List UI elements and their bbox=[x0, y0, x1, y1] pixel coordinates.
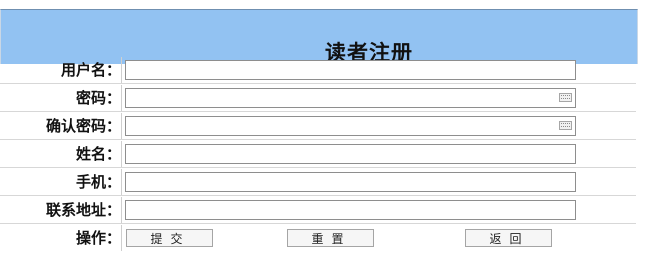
actions-label: 操作： bbox=[0, 225, 122, 251]
name-label: 姓名： bbox=[0, 141, 122, 167]
back-button[interactable]: 返回 bbox=[465, 229, 552, 247]
title-bar: 读者注册 bbox=[0, 9, 638, 65]
form-row-actions: 操作： 提交 重置 返回 bbox=[0, 225, 636, 251]
password-input[interactable] bbox=[125, 88, 576, 108]
reset-button[interactable]: 重置 bbox=[287, 229, 374, 247]
keyboard-icon[interactable] bbox=[559, 93, 572, 102]
username-input[interactable] bbox=[125, 60, 576, 80]
form-row-address: 联系地址： bbox=[0, 197, 636, 224]
name-input[interactable] bbox=[125, 144, 576, 164]
confirm-password-label: 确认密码： bbox=[0, 113, 122, 139]
submit-button[interactable]: 提交 bbox=[126, 229, 213, 247]
address-label: 联系地址： bbox=[0, 197, 122, 223]
password-label: 密码： bbox=[0, 85, 122, 111]
phone-input[interactable] bbox=[125, 172, 576, 192]
form-row-username: 用户名： bbox=[0, 57, 636, 84]
form-row-confirm-password: 确认密码： bbox=[0, 113, 636, 140]
keyboard-icon[interactable] bbox=[559, 121, 572, 130]
form-row-phone: 手机： bbox=[0, 169, 636, 196]
phone-label: 手机： bbox=[0, 169, 122, 195]
username-label: 用户名： bbox=[0, 57, 122, 83]
form-row-name: 姓名： bbox=[0, 141, 636, 168]
address-input[interactable] bbox=[125, 200, 576, 220]
form-row-password: 密码： bbox=[0, 85, 636, 112]
confirm-password-input[interactable] bbox=[125, 116, 576, 136]
